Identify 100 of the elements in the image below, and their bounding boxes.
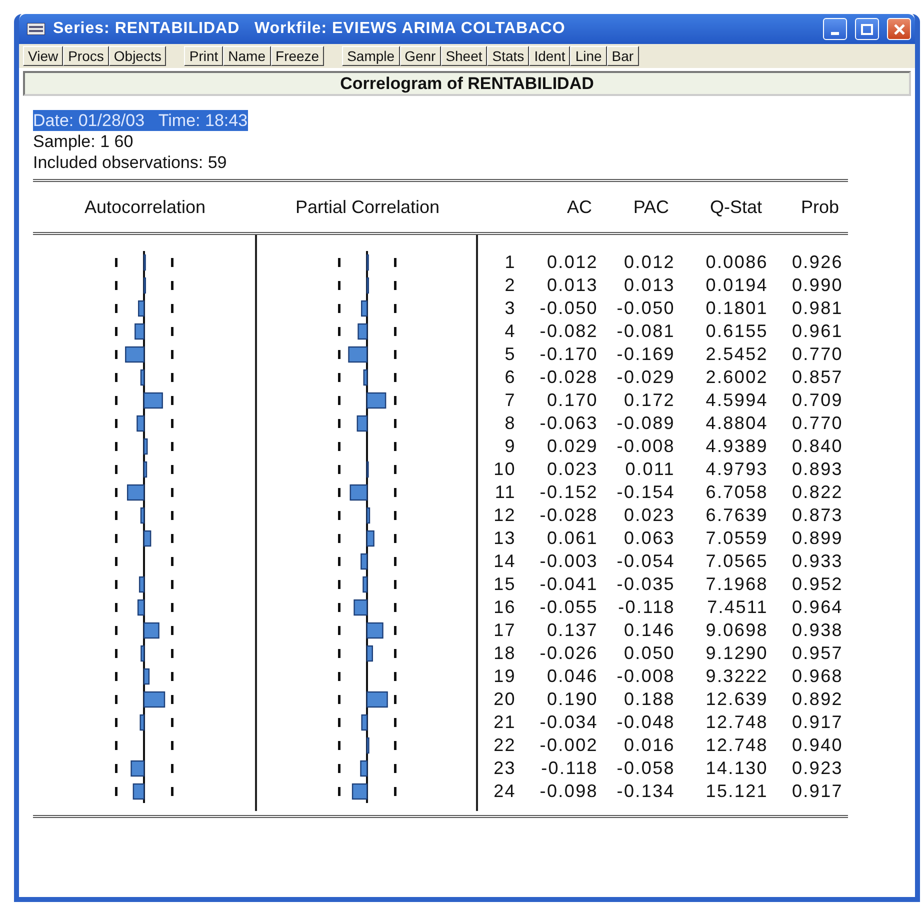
- toolbar-button[interactable]: Name: [223, 46, 271, 66]
- minimize-icon: [831, 32, 839, 35]
- lag-cell-text: 3: [504, 297, 516, 320]
- table-cell-text: -0.048: [616, 711, 675, 734]
- table-cell-text: 4.9793: [704, 458, 768, 481]
- table-cell-text: -0.002: [538, 734, 598, 757]
- toolbar-button[interactable]: Sample: [342, 46, 400, 66]
- table-cell-text: 0.172: [622, 389, 675, 412]
- correlogram-plot-drawing: [114, 435, 174, 458]
- correlogram-plot-drawing: [114, 757, 174, 780]
- column-header: Autocorrelation: [83, 196, 207, 218]
- correlogram-plot-drawing: [114, 596, 174, 619]
- table-cell-text: -0.063: [538, 412, 598, 435]
- lag-cell-text: 7: [504, 389, 516, 412]
- table-cell-text: 0.981: [790, 297, 844, 320]
- table-cell-text: 4.9389: [704, 435, 768, 458]
- table-cell-text: 0.770: [790, 412, 844, 435]
- table-cell-text: -0.035: [616, 573, 675, 596]
- table-cell-text: -0.058: [616, 757, 675, 780]
- table-cell-text: 7.1968: [704, 573, 768, 596]
- toolbar-button[interactable]: Ident: [529, 46, 570, 66]
- table-cell-text: 0.917: [790, 780, 844, 803]
- table-cell-text: 0.023: [622, 504, 675, 527]
- table-cell-text: 0.923: [790, 757, 844, 780]
- minimize-button[interactable]: [823, 18, 847, 40]
- table-cell-text: 0.016: [622, 734, 675, 757]
- lag-cell-text: 9: [504, 435, 516, 458]
- table-cell-text: 7.4511: [706, 596, 768, 619]
- correlogram-plot-drawing: [114, 458, 174, 481]
- table-cell-text: -0.089: [616, 412, 675, 435]
- table-cell-text: -0.008: [616, 665, 675, 688]
- table-cell-text: 0.063: [622, 527, 675, 550]
- table-cell-text: 0.012: [546, 251, 598, 274]
- table-cell-text: 6.7058: [704, 481, 768, 504]
- toolbar-button[interactable]: Stats: [487, 46, 530, 66]
- toolbar-button[interactable]: Procs: [63, 46, 109, 66]
- table-cell-text: -0.003: [538, 550, 598, 573]
- table-cell-text: -0.118: [617, 596, 675, 619]
- correlogram-plot-drawing: [336, 688, 396, 711]
- table-cell-text: -0.050: [616, 297, 675, 320]
- toolbar-button[interactable]: View: [23, 46, 64, 66]
- correlogram-plot-drawing: [114, 251, 174, 274]
- lag-cell-text: 14: [492, 550, 516, 573]
- column-header: Q-Stat: [708, 196, 763, 218]
- table-cell-text: 0.6155: [704, 320, 768, 343]
- close-icon: [894, 24, 904, 34]
- table-cell-text: 0.188: [622, 688, 675, 711]
- table-cell-text: 0.926: [790, 251, 844, 274]
- correlogram-plot-drawing: [336, 435, 396, 458]
- table-cell-text: 0.952: [790, 573, 844, 596]
- correlogram-plot-drawing: [336, 757, 396, 780]
- correlogram-plot-drawing: [336, 389, 396, 412]
- correlogram-plot-drawing: [114, 550, 174, 573]
- table-cell-text: 0.892: [790, 688, 844, 711]
- table-cell-text: 0.190: [546, 688, 598, 711]
- info-line: Included observations: 59: [33, 152, 227, 173]
- correlogram-plot-drawing: [114, 389, 174, 412]
- toolbar-button[interactable]: Print: [184, 46, 224, 66]
- toolbar-button[interactable]: Bar: [606, 46, 639, 66]
- close-button[interactable]: [887, 18, 911, 40]
- table-cell-text: 2.6002: [704, 366, 768, 389]
- correlogram-plot-drawing: [336, 573, 396, 596]
- lag-cell-text: 18: [492, 642, 516, 665]
- table-cell-text: 15.121: [704, 780, 768, 803]
- table-cell-text: 0.857: [790, 366, 844, 389]
- toolbar-button[interactable]: Genr: [400, 46, 441, 66]
- lag-cell-text: 19: [492, 665, 516, 688]
- table-cell-text: 0.061: [546, 527, 598, 550]
- maximize-button[interactable]: [855, 18, 879, 40]
- lag-cell-text: 15: [492, 573, 516, 596]
- toolbar-button[interactable]: Line: [570, 46, 607, 66]
- table-cell-text: 0.917: [790, 711, 844, 734]
- table-cell-text: 4.5994: [704, 389, 768, 412]
- correlogram-plot-drawing: [114, 481, 174, 504]
- lag-cell-text: 2: [504, 274, 516, 297]
- correlogram-plot-drawing: [114, 711, 174, 734]
- lag-cell-text: 12: [492, 504, 516, 527]
- table-cell-text: 0.938: [790, 619, 844, 642]
- correlogram-plot-drawing: [336, 619, 396, 642]
- lag-cell-text: 20: [492, 688, 516, 711]
- correlogram-plot-drawing: [336, 780, 396, 803]
- toolbar-button[interactable]: Sheet: [440, 46, 488, 66]
- toolbar-button[interactable]: Objects: [108, 46, 166, 66]
- correlogram-plot-drawing: [114, 366, 174, 389]
- table-cell-text: 0.961: [790, 320, 844, 343]
- table-cell-text: -0.081: [616, 320, 675, 343]
- lag-cell-text: 4: [504, 320, 516, 343]
- correlogram-plot-drawing: [336, 642, 396, 665]
- table-cell-text: 12.748: [704, 734, 768, 757]
- lag-cell-text: 23: [492, 757, 516, 780]
- correlogram-plot-drawing: [114, 780, 174, 803]
- table-cell-text: 12.748: [704, 711, 768, 734]
- correlogram-plot-drawing: [336, 665, 396, 688]
- lag-cell-text: 11: [494, 481, 516, 504]
- toolbar-button[interactable]: Freeze: [270, 46, 324, 66]
- table-cell-text: 0.940: [790, 734, 844, 757]
- table-cell-text: 0.170: [546, 389, 598, 412]
- table-cell-text: -0.034: [538, 711, 598, 734]
- lag-cell-text: 13: [492, 527, 516, 550]
- lag-cell-text: 17: [492, 619, 516, 642]
